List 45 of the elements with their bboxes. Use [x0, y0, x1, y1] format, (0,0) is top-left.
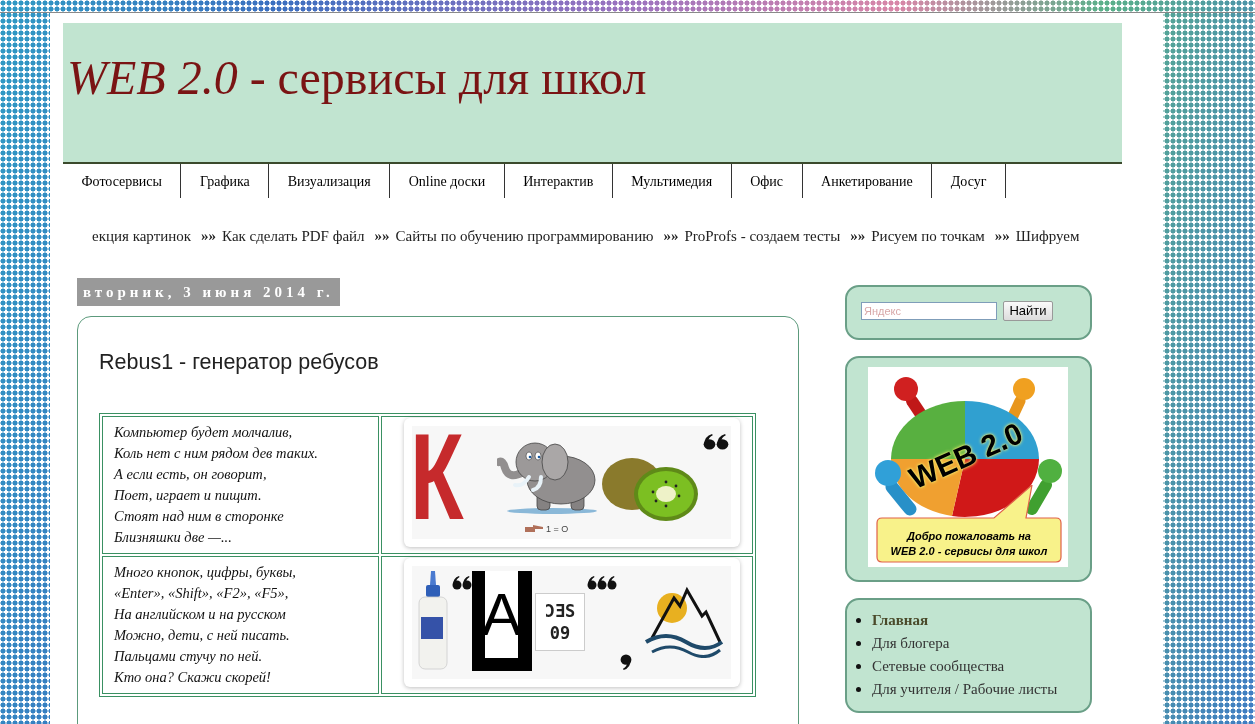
poem-text: Много кнопок, цифры, буквы, «Enter», «Shift», «F2», «F5», На английском и на русском Можно, дети, с ней писать. Пальцами стучу по ней. Кто она? Скажи скорей! [114, 563, 297, 687]
post-title: Rebus1 - генератор ребусов [99, 349, 380, 375]
separator-mark: »» [374, 226, 390, 246]
nav-tab[interactable]: Online доски [390, 164, 505, 198]
quote-marks-icon [587, 576, 617, 590]
ticker-link[interactable]: екция картинок [92, 224, 192, 248]
search-field[interactable]: Яндекс [861, 302, 997, 320]
ticker-link[interactable]: Шифруем [1015, 224, 1080, 248]
nav-tab[interactable]: Досуг [932, 164, 1006, 198]
ticker-link[interactable]: ProProfs - создаем тесты [684, 224, 841, 248]
display-text: ƆƎS 09 [535, 593, 585, 651]
page-link[interactable]: Сетевые сообщества [872, 655, 1005, 678]
pointing-hand-icon [525, 525, 543, 533]
separator-mark: »» [994, 226, 1010, 246]
rebus-hint: 1 = О [546, 523, 569, 535]
page-link[interactable]: Для учителя / Рабочие листы [872, 678, 1058, 701]
bullet-icon [856, 618, 861, 623]
search-button[interactable]: Найти [1003, 301, 1053, 321]
quote-marks-icon [452, 576, 472, 590]
page-link[interactable]: Главная [872, 609, 929, 632]
page-link[interactable]: Для блогера [872, 632, 950, 655]
nav-tab[interactable]: Офис [731, 164, 803, 198]
logo-badge-text: WEB 2.0 [904, 416, 1028, 496]
separator-mark: »» [850, 226, 866, 246]
separator-mark: »» [663, 226, 679, 246]
rebus-letter: К [412, 426, 464, 539]
bullet-icon [856, 687, 861, 692]
nav-tab[interactable]: Анкетирование [802, 164, 933, 198]
blog-title[interactable]: WEB 2.0 - сервисы для школ [67, 51, 1122, 105]
welcome-caption: Добро пожаловать на WEB 2.0 - сервисы для школ [889, 529, 1049, 559]
nav-tab[interactable]: Мультимедия [612, 164, 732, 198]
nav-tab[interactable]: Визуализация [269, 164, 391, 198]
nav-tab[interactable]: Графика [181, 164, 270, 198]
bullet-icon [856, 664, 861, 669]
ticker-link[interactable]: Сайты по обучению программированию [395, 224, 654, 248]
bullet-icon [856, 641, 861, 646]
quote-marks-icon [620, 654, 632, 670]
separator-mark: »» [201, 226, 217, 246]
nav-tab[interactable]: Фотосервисы [63, 164, 182, 198]
ticker-link[interactable]: Как сделать PDF файл [222, 224, 365, 248]
ticker-link[interactable]: Рисуем по точкам [871, 224, 985, 248]
date-header: вторник, 3 июня 2014 г. [77, 278, 340, 306]
poem-text: Компьютер будет молчалив, Коль нет с ним рядом дев таких. А если есть, он говорит, Поет, играет и пищит. Стоят над ним в сторонке Близняшки две —... [114, 423, 319, 547]
nav-tab[interactable]: Интерактив [504, 164, 613, 198]
quote-marks-icon [703, 434, 729, 450]
